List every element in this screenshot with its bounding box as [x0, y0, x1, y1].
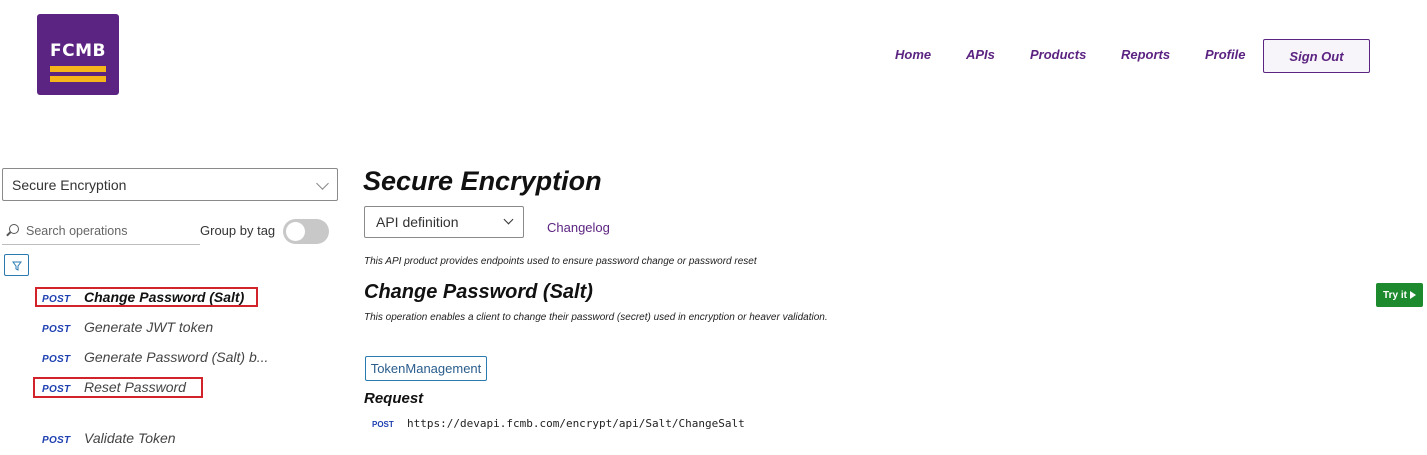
nav-apis-link[interactable]: APIs — [966, 47, 995, 62]
operation-name: Generate JWT token — [84, 319, 214, 335]
api-description: This API product provides endpoints used… — [364, 256, 757, 267]
group-by-tag-label: Group by tag — [200, 223, 276, 238]
request-method-badge: POST — [372, 420, 394, 429]
operation-name: Change Password (Salt) — [84, 289, 245, 305]
operation-item-generate-password-salt[interactable]: POST Generate Password (Salt) b... — [42, 349, 268, 365]
api-definition-value: API definition — [376, 214, 459, 230]
nav-products-link[interactable]: Products — [1030, 47, 1086, 62]
api-select-dropdown[interactable]: Secure Encryption — [2, 168, 338, 201]
request-heading: Request — [364, 390, 424, 407]
nav-home-link[interactable]: Home — [895, 47, 931, 62]
try-it-button[interactable]: Try it — [1376, 283, 1423, 307]
logo-bar-bottom — [50, 76, 106, 82]
group-by-tag-toggle[interactable] — [283, 219, 329, 244]
method-badge: POST — [42, 354, 71, 365]
nav-reports-link[interactable]: Reports — [1121, 47, 1170, 62]
method-badge: POST — [42, 384, 71, 395]
api-definition-dropdown[interactable]: API definition — [364, 206, 524, 238]
fcmb-logo[interactable]: FCMB — [37, 14, 119, 95]
operation-description: This operation enables a client to chang… — [364, 312, 828, 323]
page-title: Secure Encryption — [363, 166, 602, 196]
operation-title: Change Password (Salt) — [364, 281, 593, 303]
api-select-value: Secure Encryption — [12, 176, 127, 193]
sign-out-button[interactable]: Sign Out — [1263, 39, 1370, 73]
nav-profile-link[interactable]: Profile — [1205, 47, 1245, 62]
operation-item-generate-jwt-token[interactable]: POST Generate JWT token — [42, 319, 213, 335]
logo-bar-top — [50, 66, 106, 72]
method-badge: POST — [42, 435, 71, 446]
operation-name: Generate Password (Salt) b... — [84, 349, 269, 365]
search-operations-field — [2, 220, 200, 245]
toggle-knob — [286, 222, 305, 241]
search-operations-input[interactable] — [26, 222, 196, 240]
method-badge: POST — [42, 324, 71, 335]
operation-item-reset-password[interactable]: POST Reset Password — [42, 379, 186, 395]
tag-token-management[interactable]: TokenManagement — [365, 356, 487, 381]
chevron-down-icon — [316, 177, 329, 190]
logo-text: FCMB — [50, 41, 106, 61]
changelog-link[interactable]: Changelog — [547, 220, 610, 235]
try-it-label: Try it — [1383, 289, 1407, 301]
filter-button[interactable] — [4, 254, 29, 276]
search-icon — [9, 224, 19, 234]
operation-name: Validate Token — [84, 430, 176, 446]
chevron-down-icon — [503, 214, 514, 225]
operation-item-validate-token[interactable]: POST Validate Token — [42, 430, 176, 446]
operation-item-change-password-salt[interactable]: POST Change Password (Salt) — [42, 289, 244, 305]
operation-name: Reset Password — [84, 379, 186, 395]
request-url: https://devapi.fcmb.com/encrypt/api/Salt… — [407, 417, 745, 430]
filter-icon — [12, 261, 22, 271]
play-icon — [1409, 291, 1416, 299]
method-badge: POST — [42, 294, 71, 305]
